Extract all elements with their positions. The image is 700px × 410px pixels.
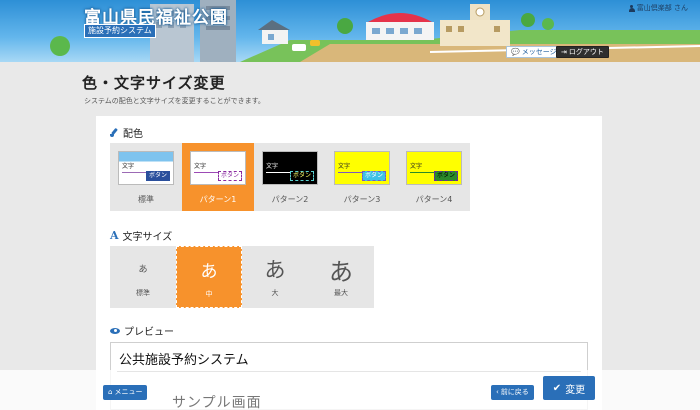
brush-icon: [110, 128, 119, 137]
back-button[interactable]: ‹ 前に戻る: [491, 385, 534, 400]
system-name-badge: 施設予約システム: [84, 24, 156, 38]
preview-heading: 公共施設予約システム: [119, 353, 249, 368]
check-icon: ✔: [552, 382, 562, 394]
color-option-5[interactable]: 文字ボタンパターン4: [398, 143, 470, 211]
color-swatch-preview: 文字ボタン: [190, 151, 246, 185]
chevron-left-icon: ‹: [496, 388, 499, 396]
logout-button[interactable]: ⇥ ログアウト: [556, 46, 609, 58]
font-size-icon: A: [110, 229, 119, 242]
swatch-button-sample: ボタン: [145, 171, 170, 181]
preview-section-title: プレビュー: [110, 323, 174, 338]
change-button-label: 変更: [565, 384, 586, 396]
swatch-button-sample: ボタン: [361, 171, 386, 181]
color-option-1[interactable]: 文字ボタン標準: [110, 143, 182, 211]
swatch-text-sample: 文字: [194, 163, 207, 170]
back-button-label: 前に戻る: [500, 388, 529, 396]
home-icon: ⌂: [108, 388, 113, 396]
color-option-label: パターン3: [343, 195, 381, 204]
font-size-section-title: A 文字サイズ: [110, 229, 173, 243]
font-size-glyph: あ: [329, 258, 353, 286]
color-option-3[interactable]: 文字ボタンパターン2: [254, 143, 326, 211]
color-swatch-preview: 文字ボタン: [118, 151, 174, 185]
font-size-option-3[interactable]: あ大: [242, 246, 308, 308]
font-size-glyph: あ: [264, 258, 286, 282]
logout-button-label: ログアウト: [568, 48, 604, 56]
logout-icon: ⇥: [561, 47, 567, 56]
menu-button[interactable]: ⌂ メニュー: [103, 385, 148, 400]
font-size-option-1[interactable]: あ標準: [110, 246, 176, 308]
swatch-button-sample: ボタン: [433, 171, 458, 181]
swatch-text-sample: 文字: [338, 163, 351, 170]
page-title: 色・文字サイズ変更: [82, 74, 226, 92]
page-description: システムの配色と文字サイズを変更することができます。: [84, 97, 265, 105]
color-section-title: 配色: [110, 125, 143, 140]
eye-icon: [110, 327, 120, 334]
swatch-text-sample: 文字: [122, 163, 135, 170]
preview-sample-text: サンプル画面: [172, 395, 262, 410]
swatch-button-sample: ボタン: [217, 171, 242, 181]
font-size-option-2[interactable]: あ中: [176, 246, 242, 308]
site-header: 富山県民福祉公園 施設予約システム 富山倶楽部 さん 💬 メッセージ ⇥ ログア…: [0, 0, 700, 62]
font-size-glyph: あ: [138, 265, 148, 275]
user-name: 富山倶楽部 さん: [636, 4, 688, 12]
color-option-label: パターン2: [271, 195, 309, 204]
color-option-label: パターン4: [415, 195, 453, 204]
font-size-option-4[interactable]: あ最大: [308, 246, 374, 308]
color-option-2[interactable]: 文字ボタンパターン1: [182, 143, 254, 211]
color-swatch-preview: 文字ボタン: [334, 151, 390, 185]
swatch-text-sample: 文字: [266, 163, 279, 170]
color-swatch-preview: 文字ボタン: [406, 151, 462, 185]
color-option-label: パターン1: [199, 195, 237, 204]
swatch-button-sample: ボタン: [289, 171, 314, 181]
message-button-label: メッセージ: [521, 48, 557, 56]
user-icon: [628, 4, 635, 12]
menu-button-label: メニュー: [114, 388, 143, 396]
speech-bubble-icon: 💬: [511, 47, 520, 56]
font-size-option-label: 中: [205, 290, 213, 298]
font-size-option-label: 大: [271, 289, 279, 297]
color-swatch-preview: 文字ボタン: [262, 151, 318, 185]
user-info: 富山倶楽部 さん: [628, 3, 688, 13]
swatch-text-sample: 文字: [410, 163, 423, 170]
font-size-glyph: あ: [200, 262, 218, 282]
message-button[interactable]: 💬 メッセージ: [506, 46, 562, 58]
change-button[interactable]: ✔ 変更: [543, 376, 595, 400]
font-size-option-label: 最大: [334, 289, 348, 297]
font-size-option-label: 標準: [136, 289, 150, 297]
color-option-label: 標準: [138, 195, 154, 204]
color-option-4[interactable]: 文字ボタンパターン3: [326, 143, 398, 211]
